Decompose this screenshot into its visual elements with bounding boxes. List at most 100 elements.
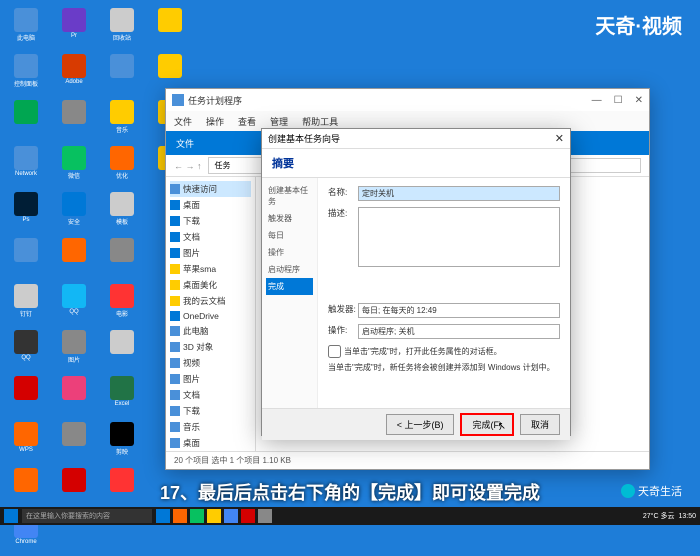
taskbar-app-icon[interactable] <box>258 509 272 523</box>
sidebar-item[interactable]: 桌面 <box>170 197 251 213</box>
menu-item[interactable]: 帮助工具 <box>302 115 338 128</box>
sidebar-item[interactable]: 3D 对象 <box>170 339 251 355</box>
desktop-icon[interactable]: Network <box>8 146 44 184</box>
close-icon[interactable]: ✕ <box>555 132 564 145</box>
desktop-icon[interactable] <box>56 422 92 460</box>
sidebar-item[interactable]: 桌面美化 <box>170 277 251 293</box>
menu-item[interactable]: 文件 <box>174 115 192 128</box>
desktop-icon[interactable]: 钉钉 <box>8 284 44 322</box>
desktop-icon[interactable] <box>56 100 92 138</box>
sidebar-item[interactable]: 此电脑 <box>170 323 251 339</box>
wizard-step[interactable]: 操作 <box>266 244 313 261</box>
desktop-icon[interactable]: 图片 <box>56 330 92 368</box>
taskbar-app-icon[interactable] <box>224 509 238 523</box>
desktop-icon[interactable]: QQ <box>8 330 44 368</box>
name-label: 名称: <box>328 186 358 198</box>
sidebar-item[interactable]: 苹果sma <box>170 261 251 277</box>
desktop-icon[interactable]: 音乐 <box>104 100 140 138</box>
menu-item[interactable]: 管理 <box>270 115 288 128</box>
sidebar-item[interactable]: 音乐 <box>170 419 251 435</box>
close-button[interactable]: ✕ <box>635 95 643 106</box>
sidebar-item[interactable]: 文档 <box>170 229 251 245</box>
desktop-icon[interactable]: 微信 <box>56 146 92 184</box>
nav-arrows[interactable]: ← → ↑ <box>174 161 202 171</box>
desktop-icon[interactable]: 回收站 <box>104 8 140 46</box>
checkbox-input[interactable] <box>328 345 341 358</box>
desktop-icon[interactable] <box>152 8 188 46</box>
sidebar-item[interactable]: OneDrive <box>170 309 251 323</box>
desktop-icon[interactable] <box>56 376 92 414</box>
taskbar-app-icon[interactable] <box>190 509 204 523</box>
desktop-icon[interactable]: Pr <box>56 8 92 46</box>
desktop-icon[interactable]: 模板 <box>104 192 140 230</box>
taskbar-app-icon[interactable] <box>156 509 170 523</box>
open-properties-checkbox[interactable]: 当单击"完成"时，打开此任务属性的对话框。 <box>328 345 560 358</box>
menu-item[interactable]: 操作 <box>206 115 224 128</box>
desktop-icon[interactable] <box>104 238 140 276</box>
wizard-step[interactable]: 创建基本任务 <box>266 182 313 210</box>
sidebar-item[interactable]: 文档 <box>170 387 251 403</box>
minimize-button[interactable]: — <box>592 95 602 106</box>
name-field[interactable]: 定时关机 <box>358 186 560 201</box>
sidebar-item[interactable]: 下载 <box>170 403 251 419</box>
desktop-icon[interactable]: Adobe <box>56 54 92 92</box>
wizard-step[interactable]: 触发器 <box>266 210 313 227</box>
desktop-icon[interactable]: 控制面板 <box>8 54 44 92</box>
wizard-step[interactable]: 完成 <box>266 278 313 295</box>
desktop-icon[interactable] <box>8 376 44 414</box>
wizard-step[interactable]: 每日 <box>266 227 313 244</box>
desktop-icon[interactable]: QQ <box>56 284 92 322</box>
watermark: 天奇·视频 <box>595 10 682 39</box>
sidebar-item[interactable]: 快速访问 <box>170 181 251 197</box>
desktop-icon[interactable]: 剪映 <box>104 422 140 460</box>
action-label: 操作: <box>328 324 358 336</box>
desktop-icon[interactable] <box>56 238 92 276</box>
desktop-icon[interactable] <box>152 54 188 92</box>
action-field: 启动程序; 关机 <box>358 324 560 339</box>
desc-field[interactable] <box>358 207 560 267</box>
wizard-step[interactable]: 启动程序 <box>266 261 313 278</box>
window-titlebar[interactable]: 任务计划程序 — ☐ ✕ <box>166 89 649 111</box>
sidebar-item[interactable]: 下载 <box>170 213 251 229</box>
search-input[interactable] <box>561 158 641 173</box>
wizard-steps: 创建基本任务触发器每日操作启动程序完成 <box>262 178 318 408</box>
app-icon <box>172 94 184 106</box>
trigger-label: 触发器: <box>328 303 358 315</box>
start-button[interactable] <box>4 509 18 523</box>
desktop-icon[interactable]: 此电脑 <box>8 8 44 46</box>
sidebar-item[interactable]: 视频 <box>170 355 251 371</box>
sidebar-item[interactable]: 我的云文档 <box>170 293 251 309</box>
wizard-footer: < 上一步(B) 完成(F)↖ 取消 <box>262 408 570 440</box>
maximize-button[interactable]: ☐ <box>614 95 623 106</box>
finish-button[interactable]: 完成(F)↖ <box>460 413 514 436</box>
weather[interactable]: 27°C 多云 <box>643 511 675 521</box>
wizard-hint: 当单击"完成"时，新任务将会被创建并添加到 Windows 计划中。 <box>328 362 560 373</box>
bottom-watermark: 天奇生活 <box>621 483 682 499</box>
cursor-icon: ↖ <box>498 421 506 432</box>
sidebar: 快速访问桌面下载文档图片苹果sma桌面美化我的云文档OneDrive此电脑3D … <box>166 177 256 451</box>
desktop: 此电脑 Pr 回收站控制面板 Adobe 音乐 Network 微信优化 Ps 安全模板钉钉 QQ… <box>0 0 700 525</box>
back-button[interactable]: < 上一步(B) <box>386 414 455 435</box>
desktop-icon[interactable] <box>104 330 140 368</box>
desktop-icon[interactable]: 电影 <box>104 284 140 322</box>
desktop-icon[interactable]: Excel <box>104 376 140 414</box>
cancel-button[interactable]: 取消 <box>520 414 560 435</box>
menu-item[interactable]: 查看 <box>238 115 256 128</box>
taskbar-app-icon[interactable] <box>241 509 255 523</box>
desktop-icon[interactable]: WPS <box>8 422 44 460</box>
sidebar-item[interactable]: 图片 <box>170 371 251 387</box>
desktop-icon[interactable]: 安全 <box>56 192 92 230</box>
desktop-icon[interactable]: 优化 <box>104 146 140 184</box>
clock[interactable]: 13:50 <box>678 513 696 520</box>
sidebar-item[interactable]: 桌面 <box>170 435 251 451</box>
desktop-icon[interactable] <box>8 238 44 276</box>
wizard-titlebar[interactable]: 创建基本任务向导 ✕ <box>262 129 570 149</box>
desktop-icon[interactable] <box>104 54 140 92</box>
taskbar-app-icon[interactable] <box>207 509 221 523</box>
taskbar-search[interactable]: 在这里输入你要搜索的内容 <box>22 509 152 523</box>
desktop-icon[interactable]: Ps <box>8 192 44 230</box>
sidebar-item[interactable]: 图片 <box>170 245 251 261</box>
tutorial-caption: 17、最后后点击右下角的【完成】即可设置完成 <box>0 479 700 505</box>
desktop-icon[interactable] <box>8 100 44 138</box>
taskbar-app-icon[interactable] <box>173 509 187 523</box>
